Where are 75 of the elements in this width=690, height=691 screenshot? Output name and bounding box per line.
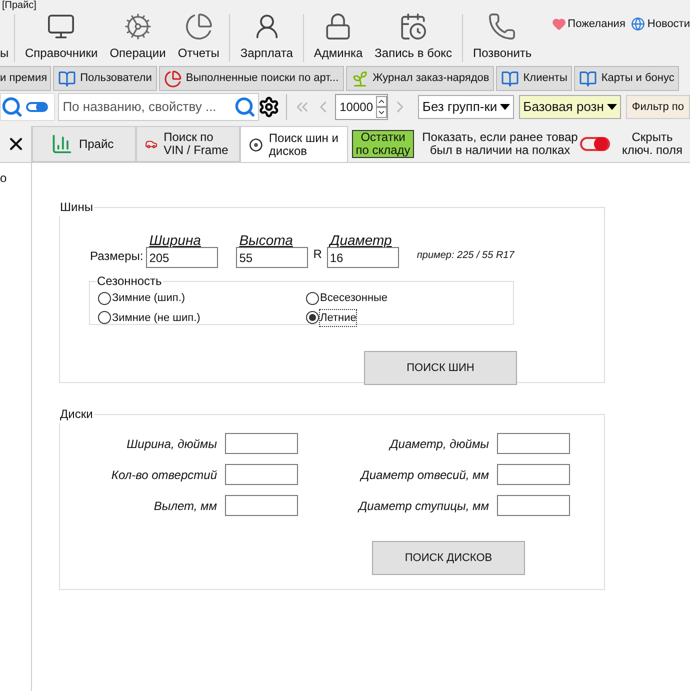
disc-input[interactable] xyxy=(497,495,570,516)
season-radio[interactable]: Всесезонные xyxy=(306,290,513,306)
disc-input[interactable] xyxy=(225,464,298,485)
search-icon[interactable] xyxy=(234,95,256,119)
phone-icon xyxy=(487,12,518,41)
toolbar-button[interactable]: Позвонить xyxy=(467,12,538,64)
price-type-dropdown[interactable]: Базовая розн xyxy=(519,95,621,119)
field-label: Диаметр ступицы, мм xyxy=(358,498,489,514)
field-prefix: R xyxy=(313,246,322,263)
group-title: Диски xyxy=(59,406,94,423)
field-label: Диаметр xyxy=(328,233,393,247)
field-label: Ширина, дюймы xyxy=(126,436,217,452)
field-label: Диаметр отвесий, мм xyxy=(360,466,489,484)
document-tab[interactable]: Клиенты xyxy=(496,66,572,91)
header-link[interactable]: Пожелания xyxy=(552,16,626,32)
size-input[interactable]: 16 xyxy=(326,247,399,268)
season-radio[interactable]: Зимние (шип.) xyxy=(98,290,306,306)
search-icon xyxy=(1,96,23,118)
document-tab[interactable]: Карты и бонус xyxy=(574,66,680,91)
field-label: Высота xyxy=(238,233,294,247)
header-link[interactable]: Новости xyxy=(631,16,690,32)
group-title: Сезонность xyxy=(96,273,163,290)
pie-chart-icon xyxy=(164,70,182,88)
size-input[interactable]: 205 xyxy=(146,247,218,268)
toolbar-button[interactable]: Запись в бокс xyxy=(368,12,458,64)
left-panel: о xyxy=(0,163,32,691)
filter-button[interactable]: Фильтр по xyxy=(626,95,690,119)
toolbar-button[interactable]: Зарплата xyxy=(234,12,299,64)
example-text: пример: 225 / 55 R17 xyxy=(416,249,514,263)
season-radio[interactable]: Зимние (не шип.) xyxy=(98,310,306,326)
document-tab[interactable]: Журнал заказ-нарядов xyxy=(346,66,494,91)
field-label: Размеры: xyxy=(90,248,144,265)
field-label: Вылет, мм xyxy=(154,498,217,514)
disc-input[interactable] xyxy=(497,433,570,454)
book-icon xyxy=(579,70,598,88)
caret-icon xyxy=(606,104,617,110)
hide-key-fields-label: Скрыть ключ. поля xyxy=(622,131,682,157)
search-tires-button[interactable]: ПОИСК ШИН xyxy=(364,351,517,385)
stock-button[interactable]: Остатки по складу xyxy=(352,130,414,158)
disc-input[interactable] xyxy=(225,433,298,454)
globe-icon xyxy=(631,17,646,32)
toggle-switch[interactable] xyxy=(26,102,48,112)
toolbar-button[interactable]: Справочники xyxy=(19,12,104,64)
document-tab[interactable]: и премия xyxy=(0,66,52,91)
field-label: Ширина xyxy=(148,233,202,247)
disc-input[interactable] xyxy=(497,464,570,485)
field-label: Диаметр, дюймы xyxy=(390,436,489,452)
group-title: Шины xyxy=(59,199,94,216)
search-field[interactable]: По названию, свойству ... xyxy=(58,93,258,121)
search-discs-button[interactable]: ПОИСК ДИСКОВ xyxy=(372,541,525,575)
sub-tab[interactable]: Поиск шин и дисков xyxy=(240,126,348,163)
grouping-dropdown[interactable]: Без групп-ки xyxy=(418,95,514,119)
heart-icon xyxy=(552,17,566,32)
sub-tab[interactable]: Прайс xyxy=(32,126,136,162)
sub-tab[interactable]: Поиск по VIN / Frame xyxy=(136,126,240,162)
season-radio[interactable]: Летние xyxy=(306,310,513,326)
page-size-spinner[interactable]: 10000 xyxy=(335,94,388,120)
disc-input[interactable] xyxy=(225,495,298,516)
field-label: Кол-во отверстий xyxy=(111,466,217,484)
toolbar-button[interactable]: Админка xyxy=(308,12,369,64)
toolbar-button[interactable]: Операции xyxy=(104,12,172,64)
book-icon xyxy=(501,70,520,88)
size-input[interactable]: 55 xyxy=(236,247,308,268)
book-icon xyxy=(58,70,76,88)
document-tab[interactable]: Выполненные поиски по арт... xyxy=(158,66,344,91)
document-tab[interactable]: Пользователи xyxy=(53,66,157,91)
show-previous-switch[interactable] xyxy=(580,137,610,151)
spin-down-icon[interactable] xyxy=(376,107,388,118)
window-title: [Прайс] xyxy=(2,0,36,11)
show-previous-label: Показать, если ранее товар был в наличии на полках xyxy=(421,131,579,157)
spin-up-icon[interactable] xyxy=(376,96,388,107)
settings-icon[interactable] xyxy=(258,95,280,119)
caret-icon xyxy=(500,104,510,110)
toolbar-button[interactable]: ы xyxy=(0,12,10,64)
toolbar-button[interactable]: Отчеты xyxy=(172,12,226,64)
